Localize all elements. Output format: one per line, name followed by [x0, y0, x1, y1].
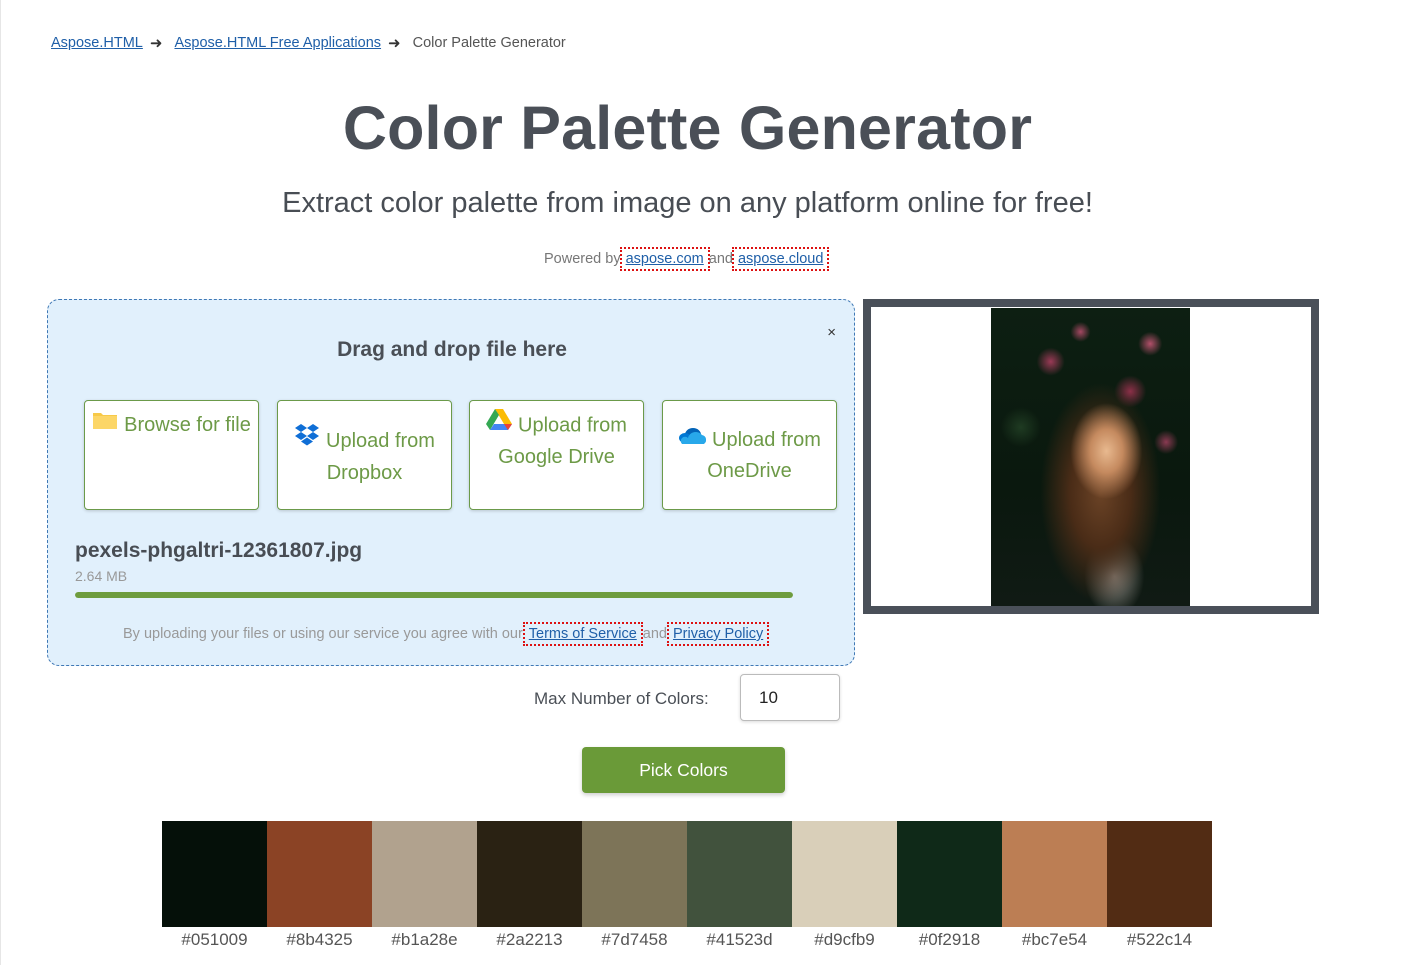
color-hex-label: #0f2918 [918, 930, 981, 949]
page-title: Color Palette Generator [342, 94, 1033, 162]
pick-colors-button[interactable]: Pick Colors [582, 747, 785, 793]
color-hex-label: #7d7458 [601, 930, 668, 949]
color-swatch[interactable] [477, 821, 582, 927]
color-hex-label: #522c14 [1126, 930, 1193, 949]
dropbox-icon [294, 423, 320, 456]
palette-color: #0f2918 [897, 821, 1002, 950]
breadcrumb-link-free-apps[interactable]: Aspose.HTML Free Applications [174, 35, 381, 51]
browse-file-button[interactable]: Browse for file [84, 400, 259, 510]
color-swatch[interactable] [792, 821, 897, 927]
color-swatch[interactable] [162, 821, 267, 927]
color-hex-label: #2a2213 [496, 930, 563, 949]
color-hex-label: #051009 [181, 930, 248, 949]
page-subtitle: Extract color palette from image on any … [282, 187, 1093, 219]
color-hex-label: #b1a28e [391, 930, 458, 949]
breadcrumb-link-aspose-html[interactable]: Aspose.HTML [51, 35, 143, 51]
upload-progress-fill [75, 592, 793, 598]
upload-google-drive-button[interactable]: Upload from Google Drive [469, 400, 644, 510]
color-hex-label: #8b4325 [286, 930, 353, 949]
color-hex-label: #bc7e54 [1021, 930, 1088, 949]
palette-color: #522c14 [1107, 821, 1212, 950]
upload-onedrive-label: Upload from OneDrive [707, 429, 821, 482]
color-swatch[interactable] [372, 821, 477, 927]
upload-google-drive-label: Upload from Google Drive [498, 414, 627, 468]
palette-color: #bc7e54 [1002, 821, 1107, 950]
uploaded-file-size: 2.64 MB [75, 568, 128, 584]
color-swatch[interactable] [1107, 821, 1212, 927]
color-swatch[interactable] [687, 821, 792, 927]
close-icon[interactable]: × [827, 324, 836, 341]
uploaded-file-name: pexels-phgaltri-12361807.jpg [75, 539, 363, 562]
breadcrumb: Aspose.HTML ➜ Aspose.HTML Free Applicati… [51, 34, 566, 52]
palette-color: #b1a28e [372, 821, 477, 950]
aspose-com-link[interactable]: aspose.com [619, 247, 710, 271]
upload-onedrive-button[interactable]: Upload from OneDrive [662, 400, 837, 510]
max-colors-input[interactable] [740, 674, 840, 721]
terms-of-service-link[interactable]: Terms of Service [522, 622, 643, 646]
color-swatch[interactable] [897, 821, 1002, 927]
dropzone-title: Drag and drop file here [337, 338, 567, 361]
upload-dropbox-button[interactable]: Upload from Dropbox [277, 400, 452, 510]
image-preview [863, 299, 1319, 614]
palette-color: #d9cfb9 [792, 821, 897, 950]
browse-file-label: Browse for file [124, 414, 251, 436]
terms-agreement: By uploading your files or using our ser… [123, 622, 770, 646]
powered-by-prefix: Powered by [544, 251, 621, 267]
palette-color: #7d7458 [582, 821, 687, 950]
aspose-cloud-link[interactable]: aspose.cloud [731, 247, 830, 271]
agreement-text: By uploading your files or using our ser… [123, 626, 523, 642]
powered-by-conj: and [708, 251, 733, 267]
color-swatch[interactable] [1002, 821, 1107, 927]
privacy-policy-link[interactable]: Privacy Policy [666, 622, 770, 646]
breadcrumb-current: Color Palette Generator [412, 35, 566, 51]
color-swatch[interactable] [267, 821, 372, 927]
color-palette: #051009 #8b4325 #b1a28e #2a2213 #7d7458 #4152… [162, 821, 1212, 950]
color-hex-label: #41523d [706, 930, 773, 949]
max-colors-label: Max Number of Colors: [534, 689, 709, 708]
palette-color: #8b4325 [267, 821, 372, 950]
upload-progress-bar [75, 592, 793, 598]
file-dropzone[interactable]: Drag and drop file here × Browse for fil… [47, 299, 855, 666]
arrow-right-icon: ➜ [388, 35, 401, 52]
onedrive-icon [678, 424, 707, 454]
powered-by: Powered by aspose.com and aspose.cloud [544, 247, 830, 271]
arrow-right-icon: ➜ [149, 35, 163, 52]
color-swatch[interactable] [582, 821, 687, 927]
upload-dropbox-label: Upload from Dropbox [326, 429, 435, 484]
palette-color: #2a2213 [477, 821, 582, 950]
palette-color: #41523d [687, 821, 792, 950]
color-hex-label: #d9cfb9 [814, 930, 875, 949]
folder-icon [92, 409, 118, 439]
preview-photo [991, 308, 1190, 606]
palette-color: #051009 [162, 821, 267, 950]
agreement-conj: and [642, 626, 667, 642]
google-drive-icon [486, 408, 513, 440]
